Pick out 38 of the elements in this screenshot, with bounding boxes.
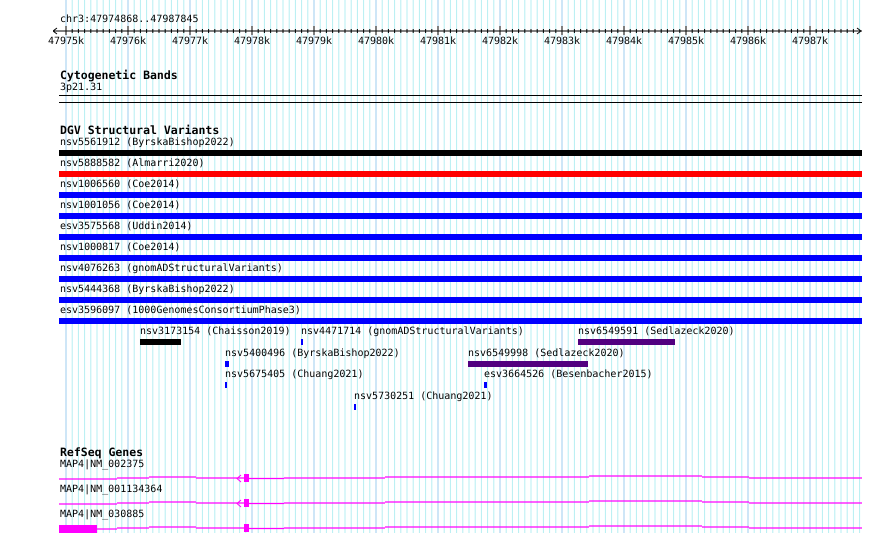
ruler-tick-label: 47978k bbox=[234, 36, 270, 48]
ruler-tick-label: 47987k bbox=[792, 36, 828, 48]
ruler-tick-label: 47984k bbox=[606, 36, 642, 48]
ruler-tick-label: 47976k bbox=[110, 36, 146, 48]
variant-label: nsv5444368 (ByrskaBishop2022) bbox=[59, 284, 235, 296]
gene-label: MAP4|NM_030885 bbox=[59, 509, 144, 521]
variant-label: nsv5675405 (Chuang2021) bbox=[225, 369, 364, 381]
region-coordinates: chr3:47974868..47987845 bbox=[59, 14, 198, 26]
variant-label: nsv5888582 (Almarri2020) bbox=[59, 158, 204, 170]
ruler-tick-label: 47983k bbox=[544, 36, 580, 48]
variant-label: esv3664526 (Besenbacher2015) bbox=[484, 369, 653, 381]
variant-label: nsv6549591 (Sedlazeck2020) bbox=[578, 326, 735, 338]
track-title: RefSeq Genes bbox=[59, 446, 144, 459]
variant-label: esv3575568 (Uddin2014) bbox=[59, 221, 192, 233]
variant-label: nsv5561912 (ByrskaBishop2022) bbox=[59, 137, 235, 149]
variant-label: nsv1006560 (Coe2014) bbox=[59, 179, 180, 191]
ruler-tick-label: 47982k bbox=[482, 36, 518, 48]
variant-label: nsv5730251 (Chuang2021) bbox=[354, 391, 492, 403]
ruler-tick-label: 47979k bbox=[296, 36, 332, 48]
ruler-tick-label: 47986k bbox=[730, 36, 766, 48]
variant-label: nsv3173154 (Chaisson2019) bbox=[140, 326, 291, 338]
track-title: Cytogenetic Bands bbox=[59, 69, 178, 82]
variant-label: nsv5400496 (ByrskaBishop2022) bbox=[225, 348, 400, 360]
ruler-tick-label: 47985k bbox=[668, 36, 704, 48]
ruler-tick-label: 47975k bbox=[48, 36, 84, 48]
variant-label: nsv1000817 (Coe2014) bbox=[59, 242, 180, 254]
gene-label: MAP4|NM_002375 bbox=[59, 459, 144, 471]
variant-label: nsv4471714 (gnomADStructuralVariants) bbox=[301, 326, 524, 338]
variant-label: nsv6549998 (Sedlazeck2020) bbox=[468, 348, 625, 360]
ruler-tick-label: 47977k bbox=[172, 36, 208, 48]
variant-label: esv3596097 (1000GenomesConsortiumPhase3) bbox=[59, 305, 301, 317]
variant-label: nsv1001056 (Coe2014) bbox=[59, 200, 180, 212]
gene-label: MAP4|NM_001134364 bbox=[59, 484, 162, 496]
ruler-tick-label: 47980k bbox=[358, 36, 394, 48]
cytoband-label: 3p21.31 bbox=[59, 82, 102, 94]
track-title: DGV Structural Variants bbox=[59, 124, 220, 137]
variant-label: nsv4076263 (gnomADStructuralVariants) bbox=[59, 263, 283, 275]
ruler-tick-label: 47981k bbox=[420, 36, 456, 48]
